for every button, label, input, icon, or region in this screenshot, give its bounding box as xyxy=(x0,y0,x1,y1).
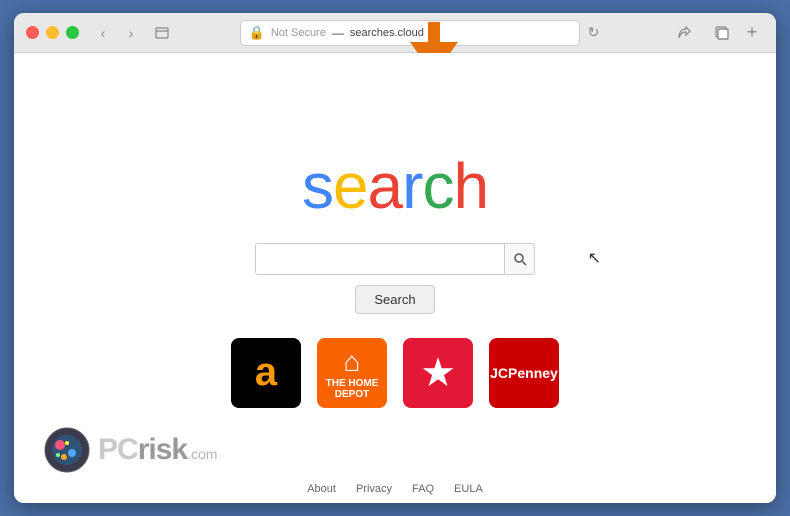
watermark-pc: PC xyxy=(98,433,138,467)
footer-about[interactable]: About xyxy=(307,483,336,495)
title-bar: ‹ › 🔒 Not Secure — searches.cloud xyxy=(14,13,776,53)
toolbar-right: + xyxy=(664,21,764,45)
browser-window: ‹ › 🔒 Not Secure — searches.cloud xyxy=(14,13,776,503)
add-button[interactable]: + xyxy=(740,21,764,45)
mouse-cursor: ↖ xyxy=(588,248,601,268)
homedepot-text: THE HOMEDEPOT xyxy=(326,378,379,400)
footer-privacy[interactable]: Privacy xyxy=(356,483,392,495)
address-bar[interactable]: 🔒 Not Secure — searches.cloud xyxy=(240,20,580,46)
logo-letter-h: h xyxy=(453,150,488,222)
watermark: PC risk .com xyxy=(44,427,217,473)
page-content: search Search a xyxy=(14,53,776,503)
nav-buttons: ‹ › xyxy=(91,21,143,45)
amazon-logo: a xyxy=(255,350,277,395)
watermark-risk: risk xyxy=(138,433,187,467)
footer-links: About Privacy FAQ EULA xyxy=(307,483,483,495)
search-button[interactable]: Search xyxy=(355,285,434,314)
watermark-domain: .com xyxy=(187,446,217,462)
new-window-button[interactable] xyxy=(710,21,734,45)
traffic-lights xyxy=(26,26,79,39)
watermark-text-container: PC risk .com xyxy=(98,433,217,467)
logo-letter-c: c xyxy=(422,150,453,222)
minimize-button[interactable] xyxy=(46,26,59,39)
separator: — xyxy=(332,26,344,40)
new-tab-button[interactable] xyxy=(151,21,175,45)
search-icon-button[interactable] xyxy=(504,244,534,274)
footer-faq[interactable]: FAQ xyxy=(412,483,434,495)
url-text: searches.cloud xyxy=(350,27,424,39)
logo-letter-s: s xyxy=(302,150,333,222)
share-icon xyxy=(676,25,692,41)
refresh-button[interactable]: ↻ xyxy=(588,24,600,41)
search-input[interactable] xyxy=(256,244,504,274)
share-button[interactable] xyxy=(672,21,696,45)
footer-eula[interactable]: EULA xyxy=(454,483,483,495)
security-label: Not Secure xyxy=(271,27,326,39)
search-form: Search xyxy=(255,243,535,314)
new-tab-icon xyxy=(155,25,171,41)
bookmark-amazon[interactable]: a xyxy=(231,338,301,408)
magnifier-icon xyxy=(513,252,527,266)
new-window-icon xyxy=(714,25,730,41)
search-logo: search xyxy=(302,149,488,223)
maximize-button[interactable] xyxy=(66,26,79,39)
homedepot-house: ⌂ xyxy=(326,346,379,378)
bookmark-homedepot[interactable]: ⌂ THE HOMEDEPOT xyxy=(317,338,387,408)
back-button[interactable]: ‹ xyxy=(91,21,115,45)
bookmark-jcpenney[interactable]: JCPenney xyxy=(489,338,559,408)
close-button[interactable] xyxy=(26,26,39,39)
homedepot-logo: ⌂ THE HOMEDEPOT xyxy=(326,346,379,400)
pcrisk-icon xyxy=(44,427,90,473)
jcpenney-text: JCPenney xyxy=(490,365,558,381)
bookmarks-row: a ⌂ THE HOMEDEPOT ★ JCPenney xyxy=(231,338,559,408)
bookmark-macys[interactable]: ★ xyxy=(403,338,473,408)
logo-letter-e: e xyxy=(333,150,368,222)
right-icons: ↻ xyxy=(588,24,600,41)
macys-star: ★ xyxy=(420,350,456,396)
forward-button[interactable]: › xyxy=(119,21,143,45)
logo-letter-r: r xyxy=(402,150,422,222)
logo-letter-a: a xyxy=(368,150,403,222)
address-bar-container: 🔒 Not Secure — searches.cloud ↻ xyxy=(175,20,664,46)
search-input-row xyxy=(255,243,535,275)
